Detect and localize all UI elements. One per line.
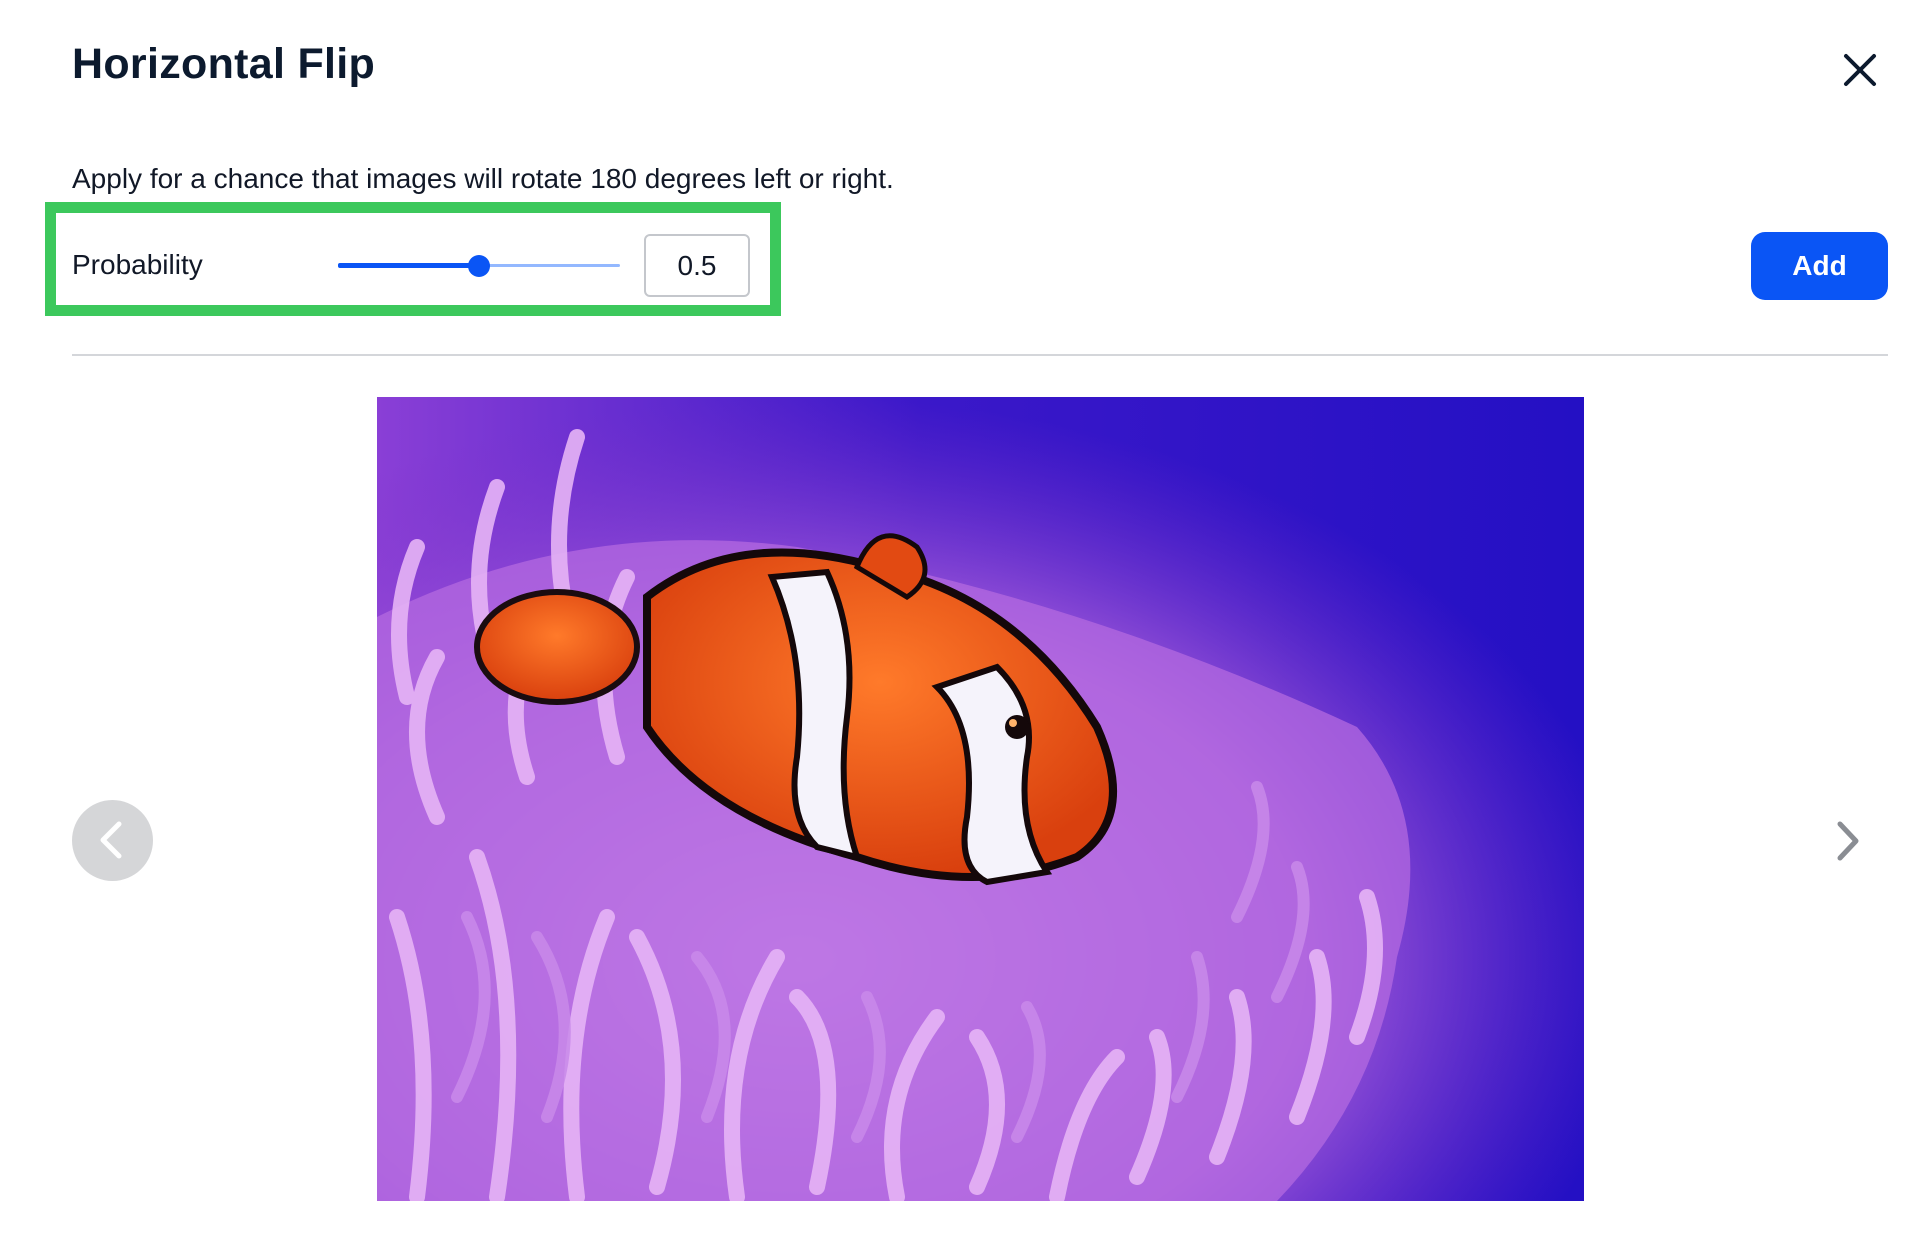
preview-image <box>377 397 1584 1201</box>
probability-label: Probability <box>72 249 203 280</box>
previous-image-button[interactable] <box>72 800 153 881</box>
add-button[interactable]: Add <box>1751 232 1888 300</box>
dialog-description: Apply for a chance that images will rota… <box>72 163 894 194</box>
next-image-button[interactable] <box>1830 816 1866 866</box>
chevron-right-icon <box>1837 821 1859 861</box>
probability-input[interactable] <box>644 234 750 297</box>
chevron-left-icon <box>100 821 122 859</box>
slider-track-fill <box>338 263 479 268</box>
horizontal-flip-dialog: Horizontal Flip Apply for a chance that … <box>0 0 1929 1245</box>
divider <box>72 354 1888 356</box>
probability-slider[interactable] <box>338 255 620 277</box>
close-icon <box>1844 54 1876 86</box>
close-button[interactable] <box>1838 48 1882 92</box>
slider-thumb[interactable] <box>468 255 490 277</box>
dialog-title: Horizontal Flip <box>72 40 376 88</box>
